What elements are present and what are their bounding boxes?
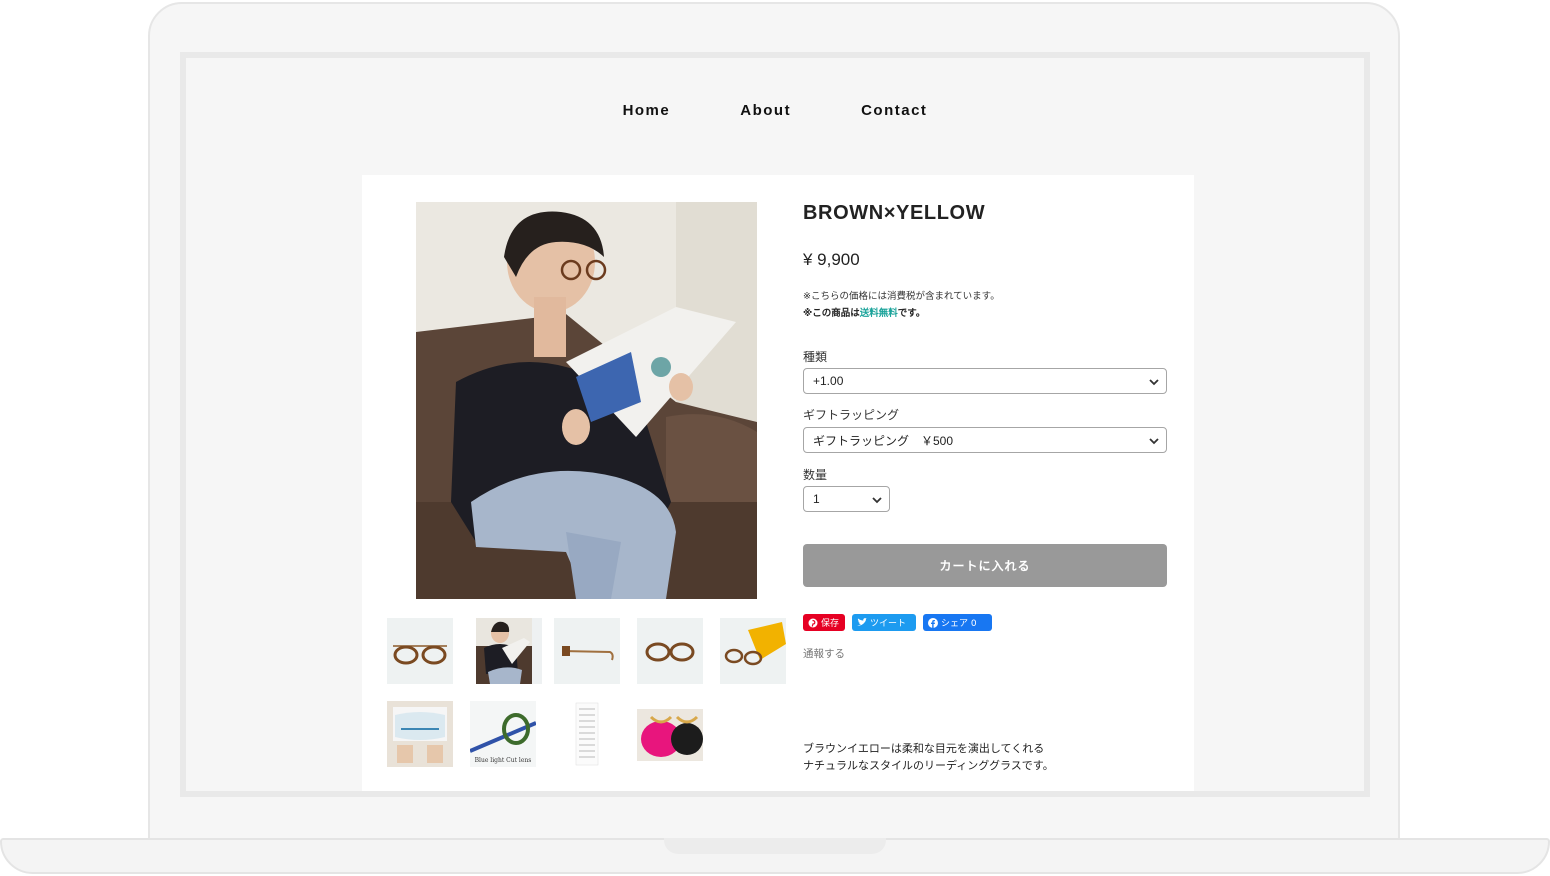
main-nav: Home About Contact xyxy=(186,102,1364,119)
pinterest-save-button[interactable]: 保存 xyxy=(803,614,845,631)
social-share-bar: 保存 ツイート シェア 0 xyxy=(803,614,992,631)
quantity-select-value: 1 xyxy=(813,492,820,506)
chevron-down-icon xyxy=(1149,438,1159,445)
pinterest-icon xyxy=(808,618,818,627)
description-line-1: ブラウンイエローは柔和な目元を演出してくれる xyxy=(803,742,1045,755)
thumbnail-7[interactable]: Blue light Cut lens xyxy=(470,701,536,767)
thumbnail-3[interactable] xyxy=(554,618,620,684)
facebook-icon xyxy=(928,617,938,628)
facebook-share-label: シェア 0 xyxy=(941,619,977,629)
browser-screen: Home About Contact Blue light Cut lens B… xyxy=(186,58,1364,791)
quantity-label: 数量 xyxy=(803,468,828,482)
thumbnail-6[interactable] xyxy=(387,701,453,767)
tweet-label: ツイート xyxy=(870,619,907,629)
twitter-bird-icon xyxy=(857,618,867,626)
facebook-share-button[interactable]: シェア 0 xyxy=(923,614,992,631)
add-to-cart-button[interactable]: カートに入れる xyxy=(803,544,1167,587)
report-link[interactable]: 通報する xyxy=(803,646,845,661)
nav-home-link[interactable]: Home xyxy=(623,102,671,119)
description-line-2: ナチュラルなスタイルのリーディンググラスです。 xyxy=(803,759,1054,772)
free-shipping-text: 送料無料 xyxy=(859,308,898,319)
tax-note: ※こちらの価格には消費税が含まれています。 xyxy=(803,291,1000,302)
blue-light-caption: Blue light Cut lens xyxy=(475,757,532,764)
pinterest-label: 保存 xyxy=(821,619,840,629)
thumbnail-5[interactable] xyxy=(720,618,786,684)
thumbnail-8[interactable] xyxy=(554,701,620,767)
product-price: ¥ 9,900 xyxy=(803,250,860,269)
product-description: ブラウンイエローは柔和な目元を演出してくれる ナチュラルなスタイルのリーディング… xyxy=(803,740,1054,774)
nav-about-link[interactable]: About xyxy=(740,102,791,119)
chevron-down-icon xyxy=(872,497,882,504)
shipping-note: ※この商品は送料無料です。 xyxy=(803,305,925,319)
shipping-prefix: ※この商品は xyxy=(803,308,860,319)
thumbnail-9[interactable] xyxy=(637,709,703,761)
product-card: Blue light Cut lens BROWN×YELLOW ¥ 9,900… xyxy=(362,175,1194,791)
quantity-select[interactable]: 1 xyxy=(803,486,890,512)
type-label: 種類 xyxy=(803,350,828,364)
gift-select-value: ギフトラッピング ￥500 xyxy=(813,433,954,448)
shipping-suffix: です。 xyxy=(897,308,926,319)
tweet-button[interactable]: ツイート xyxy=(852,614,916,631)
gift-select[interactable]: ギフトラッピング ￥500 xyxy=(803,427,1167,453)
product-title: BROWN×YELLOW xyxy=(803,202,986,224)
gift-label: ギフトラッピング xyxy=(803,408,900,422)
nav-contact-link[interactable]: Contact xyxy=(861,102,927,119)
thumbnail-4[interactable] xyxy=(637,618,703,684)
chevron-down-icon xyxy=(1149,379,1159,386)
thumbnail-2[interactable] xyxy=(476,618,542,684)
type-select-value: +1.00 xyxy=(813,374,844,388)
laptop-notch xyxy=(664,838,886,854)
type-select[interactable]: +1.00 xyxy=(803,368,1167,394)
thumbnail-1[interactable] xyxy=(387,618,453,684)
main-product-image[interactable] xyxy=(416,202,757,599)
